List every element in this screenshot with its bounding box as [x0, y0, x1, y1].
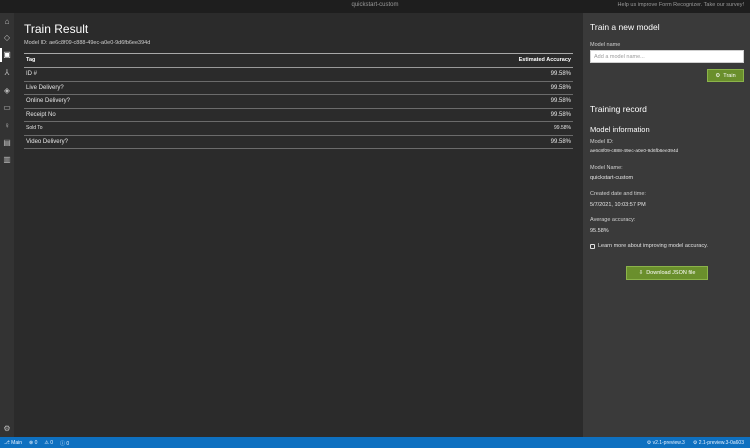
- new-model-heading: Train a new model: [590, 22, 660, 32]
- row-accuracy: 99.58%: [554, 125, 571, 131]
- created-label: Created date and time:: [590, 191, 646, 197]
- table-row: Receipt No 99.58%: [24, 109, 573, 122]
- build-version-item[interactable]: ⚙ 2.1-preview.3-0a603: [693, 440, 744, 446]
- accuracy-hint-link[interactable]: Learn more about improving model accurac…: [590, 243, 708, 249]
- side-panel: Train a new model Model name ⚙ Train Tra…: [583, 13, 750, 437]
- row-accuracy: 99.58%: [550, 84, 571, 91]
- api-version-item[interactable]: ⚙ v2.1-preview.3: [647, 440, 685, 446]
- row-tag: Receipt No: [26, 111, 56, 118]
- column-header-tag: Tag: [26, 57, 36, 63]
- train-button-label: Train: [723, 72, 736, 79]
- row-accuracy: 99.58%: [550, 71, 571, 77]
- status-right: ⚙ v2.1-preview.3 ⚙ 2.1-preview.3-0a603: [647, 440, 744, 446]
- page-title: Train Result: [24, 22, 89, 36]
- download-json-button[interactable]: ⇩ Download JSON file: [626, 266, 708, 280]
- row-accuracy: 99.58%: [550, 111, 571, 118]
- help-survey-link[interactable]: Help us improve Form Recognizer. Take ou…: [618, 2, 744, 8]
- tag-icon[interactable]: ◇: [2, 33, 12, 43]
- train-button[interactable]: ⚙ Train: [707, 69, 744, 82]
- lightbulb-icon: [590, 243, 595, 249]
- document-icon[interactable]: ▭: [2, 103, 12, 113]
- table-row: ID # 99.58%: [24, 68, 573, 82]
- download-button-label: Download JSON file: [646, 270, 696, 276]
- created-value: 5/7/2021, 10:03:57 PM: [590, 202, 646, 208]
- table-row: Video Delivery? 99.58%: [24, 136, 573, 149]
- average-accuracy-label: Average accuracy:: [590, 217, 636, 223]
- column-header-accuracy: Estimated Accuracy: [518, 57, 571, 63]
- activity-bar: ⌂ ◇ ▣ ⅄ ◈ ▭ ♀ ▤ ▥ ⚙: [0, 13, 14, 437]
- row-tag: Live Delivery?: [26, 84, 64, 91]
- status-bar: ⎇ Main ⊗ 0 ⚠ 0 ⓘ 0 ⚙ v2.1-preview.3 ⚙ 2.…: [0, 437, 750, 448]
- model-name-field-label: Model Name:: [590, 165, 623, 171]
- id-card-icon[interactable]: ▤: [2, 138, 12, 148]
- model-id-label: Model ID:: [590, 139, 614, 145]
- model-id-value: ae6c8f09-c888-49ec-a0e0-9d6fb6ee394d: [590, 149, 679, 154]
- row-tag: ID #: [26, 71, 38, 77]
- branch-item[interactable]: ⎇ Main: [4, 440, 22, 447]
- training-record-heading: Training record: [590, 104, 647, 114]
- row-accuracy: 99.58%: [550, 138, 571, 145]
- model-name-value: quickstart-custom: [590, 175, 634, 181]
- title-bar: quickstart-custom Help us improve Form R…: [0, 0, 750, 13]
- table-row: Sold To 99.58%: [24, 122, 573, 136]
- info-item[interactable]: ⓘ 0: [60, 440, 69, 447]
- doc-list-icon[interactable]: ▥: [2, 155, 12, 165]
- model-name-input[interactable]: [590, 50, 744, 63]
- merge-icon[interactable]: ⅄: [2, 68, 12, 78]
- row-accuracy: 99.58%: [550, 98, 571, 104]
- gear-icon: ⚙: [715, 72, 721, 79]
- row-tag: Video Delivery?: [26, 138, 68, 145]
- settings-icon[interactable]: ⚙: [2, 424, 12, 434]
- row-tag: Sold To: [26, 125, 43, 131]
- row-tag: Online Delivery?: [26, 98, 71, 104]
- average-accuracy-value: 95.58%: [590, 228, 609, 234]
- home-icon[interactable]: ⌂: [2, 17, 12, 27]
- errors-item[interactable]: ⊗ 0: [29, 440, 37, 447]
- lightbulb-icon[interactable]: ♀: [2, 121, 12, 131]
- download-icon: ⇩: [638, 270, 644, 276]
- warnings-item[interactable]: ⚠ 0: [44, 440, 53, 447]
- model-name-label: Model name: [590, 42, 621, 48]
- shield-icon[interactable]: ◈: [2, 86, 12, 96]
- train-icon[interactable]: ▣: [2, 50, 12, 60]
- table-header: Tag Estimated Accuracy: [24, 54, 573, 68]
- train-result-panel: Train Result Model ID: ae6c8f09-c888-49e…: [14, 13, 583, 437]
- table-row: Live Delivery? 99.58%: [24, 82, 573, 95]
- model-id-text: Model ID: ae6c8f09-c888-49ec-a0e0-9d6fb6…: [24, 40, 151, 46]
- table-row: Online Delivery? 99.58%: [24, 95, 573, 109]
- status-left: ⎇ Main ⊗ 0 ⚠ 0 ⓘ 0: [4, 440, 69, 447]
- model-info-heading: Model information: [590, 125, 650, 134]
- results-table: Tag Estimated Accuracy ID # 99.58% Live …: [24, 53, 573, 149]
- hint-text: Learn more about improving model accurac…: [598, 243, 708, 249]
